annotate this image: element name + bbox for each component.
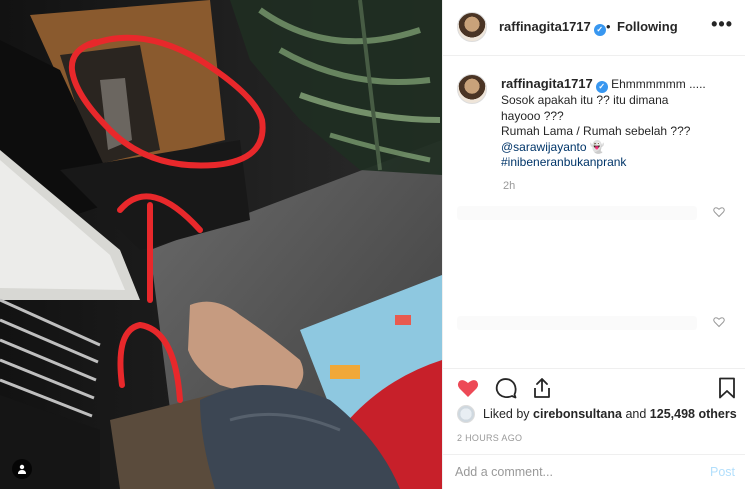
caption-avatar[interactable] <box>457 74 487 104</box>
author-username-text[interactable]: raffinagita1717 <box>499 19 591 34</box>
caption-username[interactable]: raffinagita1717 ✓ <box>501 76 608 93</box>
author-avatar[interactable] <box>457 12 487 42</box>
post-actions-bar <box>443 368 745 402</box>
post-side-panel: raffinagita1717 ✓ • Following ••• raffina… <box>442 0 745 489</box>
liker-avatar[interactable] <box>457 405 475 423</box>
caption-line: Sosok apakah itu ?? itu dimana <box>501 93 669 107</box>
post-comment-button[interactable]: Post <box>710 465 735 479</box>
photo-scene <box>0 0 442 489</box>
caption-hashtag-link[interactable]: #inibeneranbukanprank <box>501 155 711 171</box>
comment-placeholder <box>457 206 697 220</box>
caption-mention-link[interactable]: @sarawijayanto <box>501 140 587 154</box>
comment-like-heart-icon[interactable] <box>713 316 725 328</box>
add-comment-form: Post <box>443 454 745 489</box>
ghost-emoji-icon: 👻 <box>589 139 605 154</box>
verified-badge-icon: ✓ <box>593 24 606 36</box>
post-header: raffinagita1717 ✓ • Following ••• <box>443 0 745 56</box>
first-liker-link[interactable]: cirebonsultana <box>533 407 622 421</box>
likes-connector: and <box>625 407 647 421</box>
caption-time[interactable]: 2h <box>503 180 515 192</box>
post-photo[interactable] <box>0 0 442 489</box>
comment-icon[interactable] <box>494 376 518 400</box>
likes-summary: Liked by cirebonsultana and 125,498 othe… <box>457 404 737 424</box>
likes-count-link[interactable]: 125,498 others <box>650 407 737 421</box>
author-username[interactable]: raffinagita1717 ✓ <box>499 19 606 36</box>
caption-mention-line: @sarawijayanto 👻 <box>501 140 711 156</box>
caption-text: raffinagita1717 ✓ Ehmmmmmm ..... Sosok ap… <box>501 76 711 171</box>
caption-first-line: raffinagita1717 ✓ Ehmmmmmm ..... <box>501 76 711 93</box>
post-timestamp[interactable]: 2 HOURS AGO <box>457 433 522 443</box>
share-icon[interactable] <box>530 376 554 400</box>
likes-prefix: Liked by <box>483 407 530 421</box>
more-options-icon[interactable]: ••• <box>711 14 733 35</box>
comments-section[interactable]: raffinagita1717 ✓ Ehmmmmmm ..... Sosok ap… <box>443 56 745 368</box>
heart-filled-icon[interactable] <box>456 376 480 400</box>
comment-like-heart-icon[interactable] <box>713 206 725 218</box>
header-separator: • <box>606 19 611 34</box>
caption-username-text[interactable]: raffinagita1717 <box>501 76 593 91</box>
caption-line: hayooo ??? <box>501 108 564 123</box>
comment-placeholder <box>457 316 697 330</box>
comment-input[interactable] <box>455 463 675 481</box>
tagged-user-icon[interactable] <box>12 459 32 479</box>
caption-line: Ehmmmmmm ..... <box>611 77 706 91</box>
caption-line: Rumah Lama / Rumah sebelah ??? <box>501 124 691 138</box>
bookmark-icon[interactable] <box>715 376 739 400</box>
following-button[interactable]: Following <box>617 19 678 34</box>
verified-badge-icon: ✓ <box>595 81 608 93</box>
